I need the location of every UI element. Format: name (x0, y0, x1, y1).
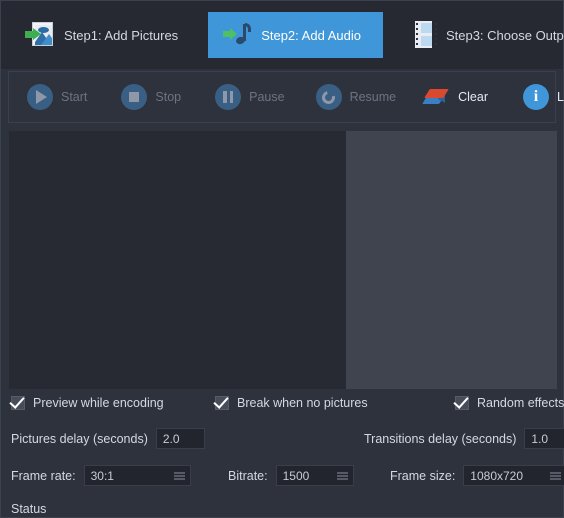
bitrate-label: Bitrate: (228, 468, 268, 483)
add-audio-icon (222, 20, 252, 50)
checkbox-label: Break when no pictures (237, 396, 368, 410)
checkmark-icon (11, 396, 25, 410)
pictures-delay-input[interactable] (155, 428, 205, 449)
preview-side-panel[interactable] (346, 131, 557, 389)
step-tab-bar: Step1: Add Pictures Step2: Add Audio Ste… (1, 1, 564, 69)
frame-rate-combobox[interactable]: 30:1 (83, 465, 191, 486)
loop-arrow-icon (315, 84, 342, 110)
step-tab-add-pictures[interactable]: Step1: Add Pictures (15, 12, 194, 58)
step-tab-label: Step3: Choose Output (445, 27, 564, 43)
bitrate-value: 1500 (282, 468, 310, 483)
app-window: Step1: Add Pictures Step2: Add Audio Ste… (0, 0, 564, 518)
bitrate-field: Bitrate: 1500 (228, 465, 354, 486)
checkbox-label: Preview while encoding (33, 396, 164, 410)
pictures-delay-field: Pictures delay (seconds) (11, 428, 205, 449)
frame-rate-field: Frame rate: 30:1 (11, 465, 191, 486)
info-icon: i (523, 84, 549, 110)
preview-area (9, 131, 557, 389)
resume-button-label: Resume (349, 90, 397, 104)
add-pictures-icon (25, 20, 55, 50)
step-tab-choose-output[interactable]: Step3: Choose Output (397, 12, 564, 58)
resume-button[interactable]: Resume (315, 84, 397, 110)
frame-rate-label: Frame rate: (11, 468, 76, 483)
pause-button-label: Pause (249, 90, 285, 104)
frame-size-combobox[interactable]: 1080x720 (463, 465, 564, 486)
checkbox-random-effects[interactable]: Random effects (455, 396, 564, 410)
pause-button[interactable]: Pause (215, 84, 285, 110)
options-checkbox-row: Preview while encoding Break when no pic… (1, 396, 564, 416)
frame-size-value: 1080x720 (470, 468, 524, 483)
stop-button[interactable]: Stop (121, 84, 181, 110)
logs-button-label: Logs (557, 90, 564, 104)
frame-size-field: Frame size: 1080x720 (390, 465, 564, 486)
chevron-down-icon (336, 472, 348, 479)
stop-icon (121, 84, 148, 110)
step-tab-label: Step2: Add Audio (261, 27, 361, 43)
transitions-delay-input[interactable] (524, 428, 564, 449)
checkmark-icon (455, 396, 469, 410)
checkmark-icon (215, 396, 229, 410)
logs-button[interactable]: i Logs (523, 84, 564, 110)
checkbox-break-when-no-pictures[interactable]: Break when no pictures (215, 396, 368, 410)
chevron-down-icon (550, 472, 562, 479)
frame-rate-value: 30:1 (90, 468, 114, 483)
bitrate-combobox[interactable]: 1500 (275, 465, 354, 486)
pause-icon (215, 84, 242, 110)
action-toolbar: Start Stop Pause Resume Clear i L (8, 71, 564, 123)
transitions-delay-label: Transitions delay (seconds) (364, 431, 517, 446)
step-tab-add-audio[interactable]: Step2: Add Audio (208, 12, 383, 58)
pictures-delay-label: Pictures delay (seconds) (11, 431, 148, 446)
frame-size-label: Frame size: (390, 468, 456, 483)
checkbox-label: Random effects (477, 396, 564, 410)
eraser-icon (422, 84, 450, 110)
clear-button[interactable]: Clear (422, 84, 488, 110)
checkbox-preview-while-encoding[interactable]: Preview while encoding (11, 396, 164, 410)
status-label: Status (11, 502, 47, 516)
clear-button-label: Clear (458, 90, 488, 104)
step-tab-label: Step1: Add Pictures (64, 27, 179, 43)
start-button-label: Start (61, 90, 88, 104)
start-button[interactable]: Start (27, 84, 87, 110)
chevron-down-icon (173, 472, 185, 479)
film-strip-icon (407, 20, 437, 50)
encoding-preview-panel[interactable] (9, 131, 346, 389)
play-icon (27, 84, 53, 110)
stop-button-label: Stop (155, 90, 182, 104)
transitions-delay-field: Transitions delay (seconds) (364, 428, 564, 449)
